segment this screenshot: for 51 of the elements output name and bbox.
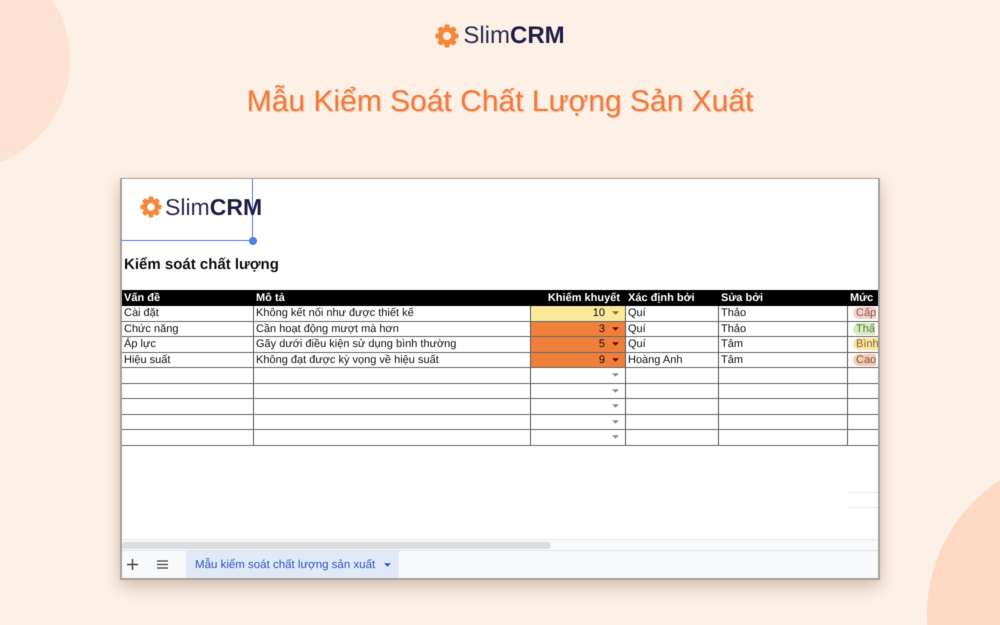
gear-icon — [435, 24, 460, 48]
column-header: Sửa bởi — [720, 291, 764, 306]
plus-icon — [126, 559, 138, 570]
sheet-heading: Kiểm soát chất lượng — [124, 255, 279, 275]
cell-value: 5 — [598, 337, 605, 352]
gear-icon — [140, 196, 162, 218]
dropdown-caret-icon — [612, 404, 619, 408]
severity-tag[interactable]: Bình — [853, 338, 878, 350]
logo-text: SlimCRM — [463, 23, 565, 49]
table-cell: Áp lực — [122, 337, 254, 352]
resize-handle[interactable] — [248, 236, 256, 244]
table-cell: Quí — [626, 306, 719, 320]
dropdown-caret-icon — [612, 435, 619, 440]
dropdown-caret-icon — [612, 373, 619, 378]
scrollbar-thumb[interactable] — [122, 542, 551, 548]
table-cell: Hoàng Anh — [626, 352, 719, 367]
caret-icon — [384, 562, 392, 566]
page-title: Mẫu Kiểm Soát Chất Lượng Sản Xuất — [246, 84, 754, 120]
severity-tag[interactable]: Cao — [853, 354, 876, 366]
table-cell: Hiệu suất — [122, 352, 254, 367]
column-header: Xác định bởi — [627, 291, 696, 306]
scrollbar-track[interactable] — [122, 539, 878, 550]
dropdown-caret-icon — [612, 342, 619, 346]
table-cell: Tâm — [719, 337, 848, 352]
severity-tag[interactable]: Cấp — [853, 307, 876, 320]
table-cell: Cài đặt — [122, 306, 254, 320]
sheet-tab[interactable]: Mẫu kiểm soát chất lượng sản xuất — [186, 551, 400, 578]
dropdown-caret-icon — [612, 311, 619, 316]
table-cell: Thảo — [719, 306, 848, 320]
cell-value: 9 — [598, 352, 605, 367]
table-cell: Quí — [626, 322, 719, 336]
dropdown-caret-icon — [612, 326, 619, 331]
dropdown-caret-icon — [612, 388, 619, 393]
table-cell: Tâm — [719, 352, 848, 367]
dropdown-caret-icon — [612, 358, 619, 362]
column-header: Mô tả — [255, 291, 286, 306]
defect-cell[interactable]: 10 — [531, 306, 626, 320]
dropdown-caret-icon — [612, 420, 619, 424]
menu-icon — [156, 559, 168, 570]
defect-cell[interactable]: 5 — [531, 337, 626, 352]
table-cell: Thảo — [719, 322, 848, 336]
severity-tag[interactable]: Thấ — [853, 322, 875, 335]
cell-value: 10 — [592, 306, 605, 320]
cell-value: 3 — [598, 322, 605, 336]
table-cell: Quí — [626, 337, 719, 352]
table-cell: Chức năng — [122, 322, 254, 336]
defect-cell[interactable]: 9 — [531, 352, 626, 367]
column-header: Khiếm khuyết — [546, 291, 621, 306]
column-header: Vấn đề — [123, 291, 162, 306]
defect-cell[interactable]: 3 — [531, 322, 626, 336]
column-header: Mức — [849, 291, 874, 306]
